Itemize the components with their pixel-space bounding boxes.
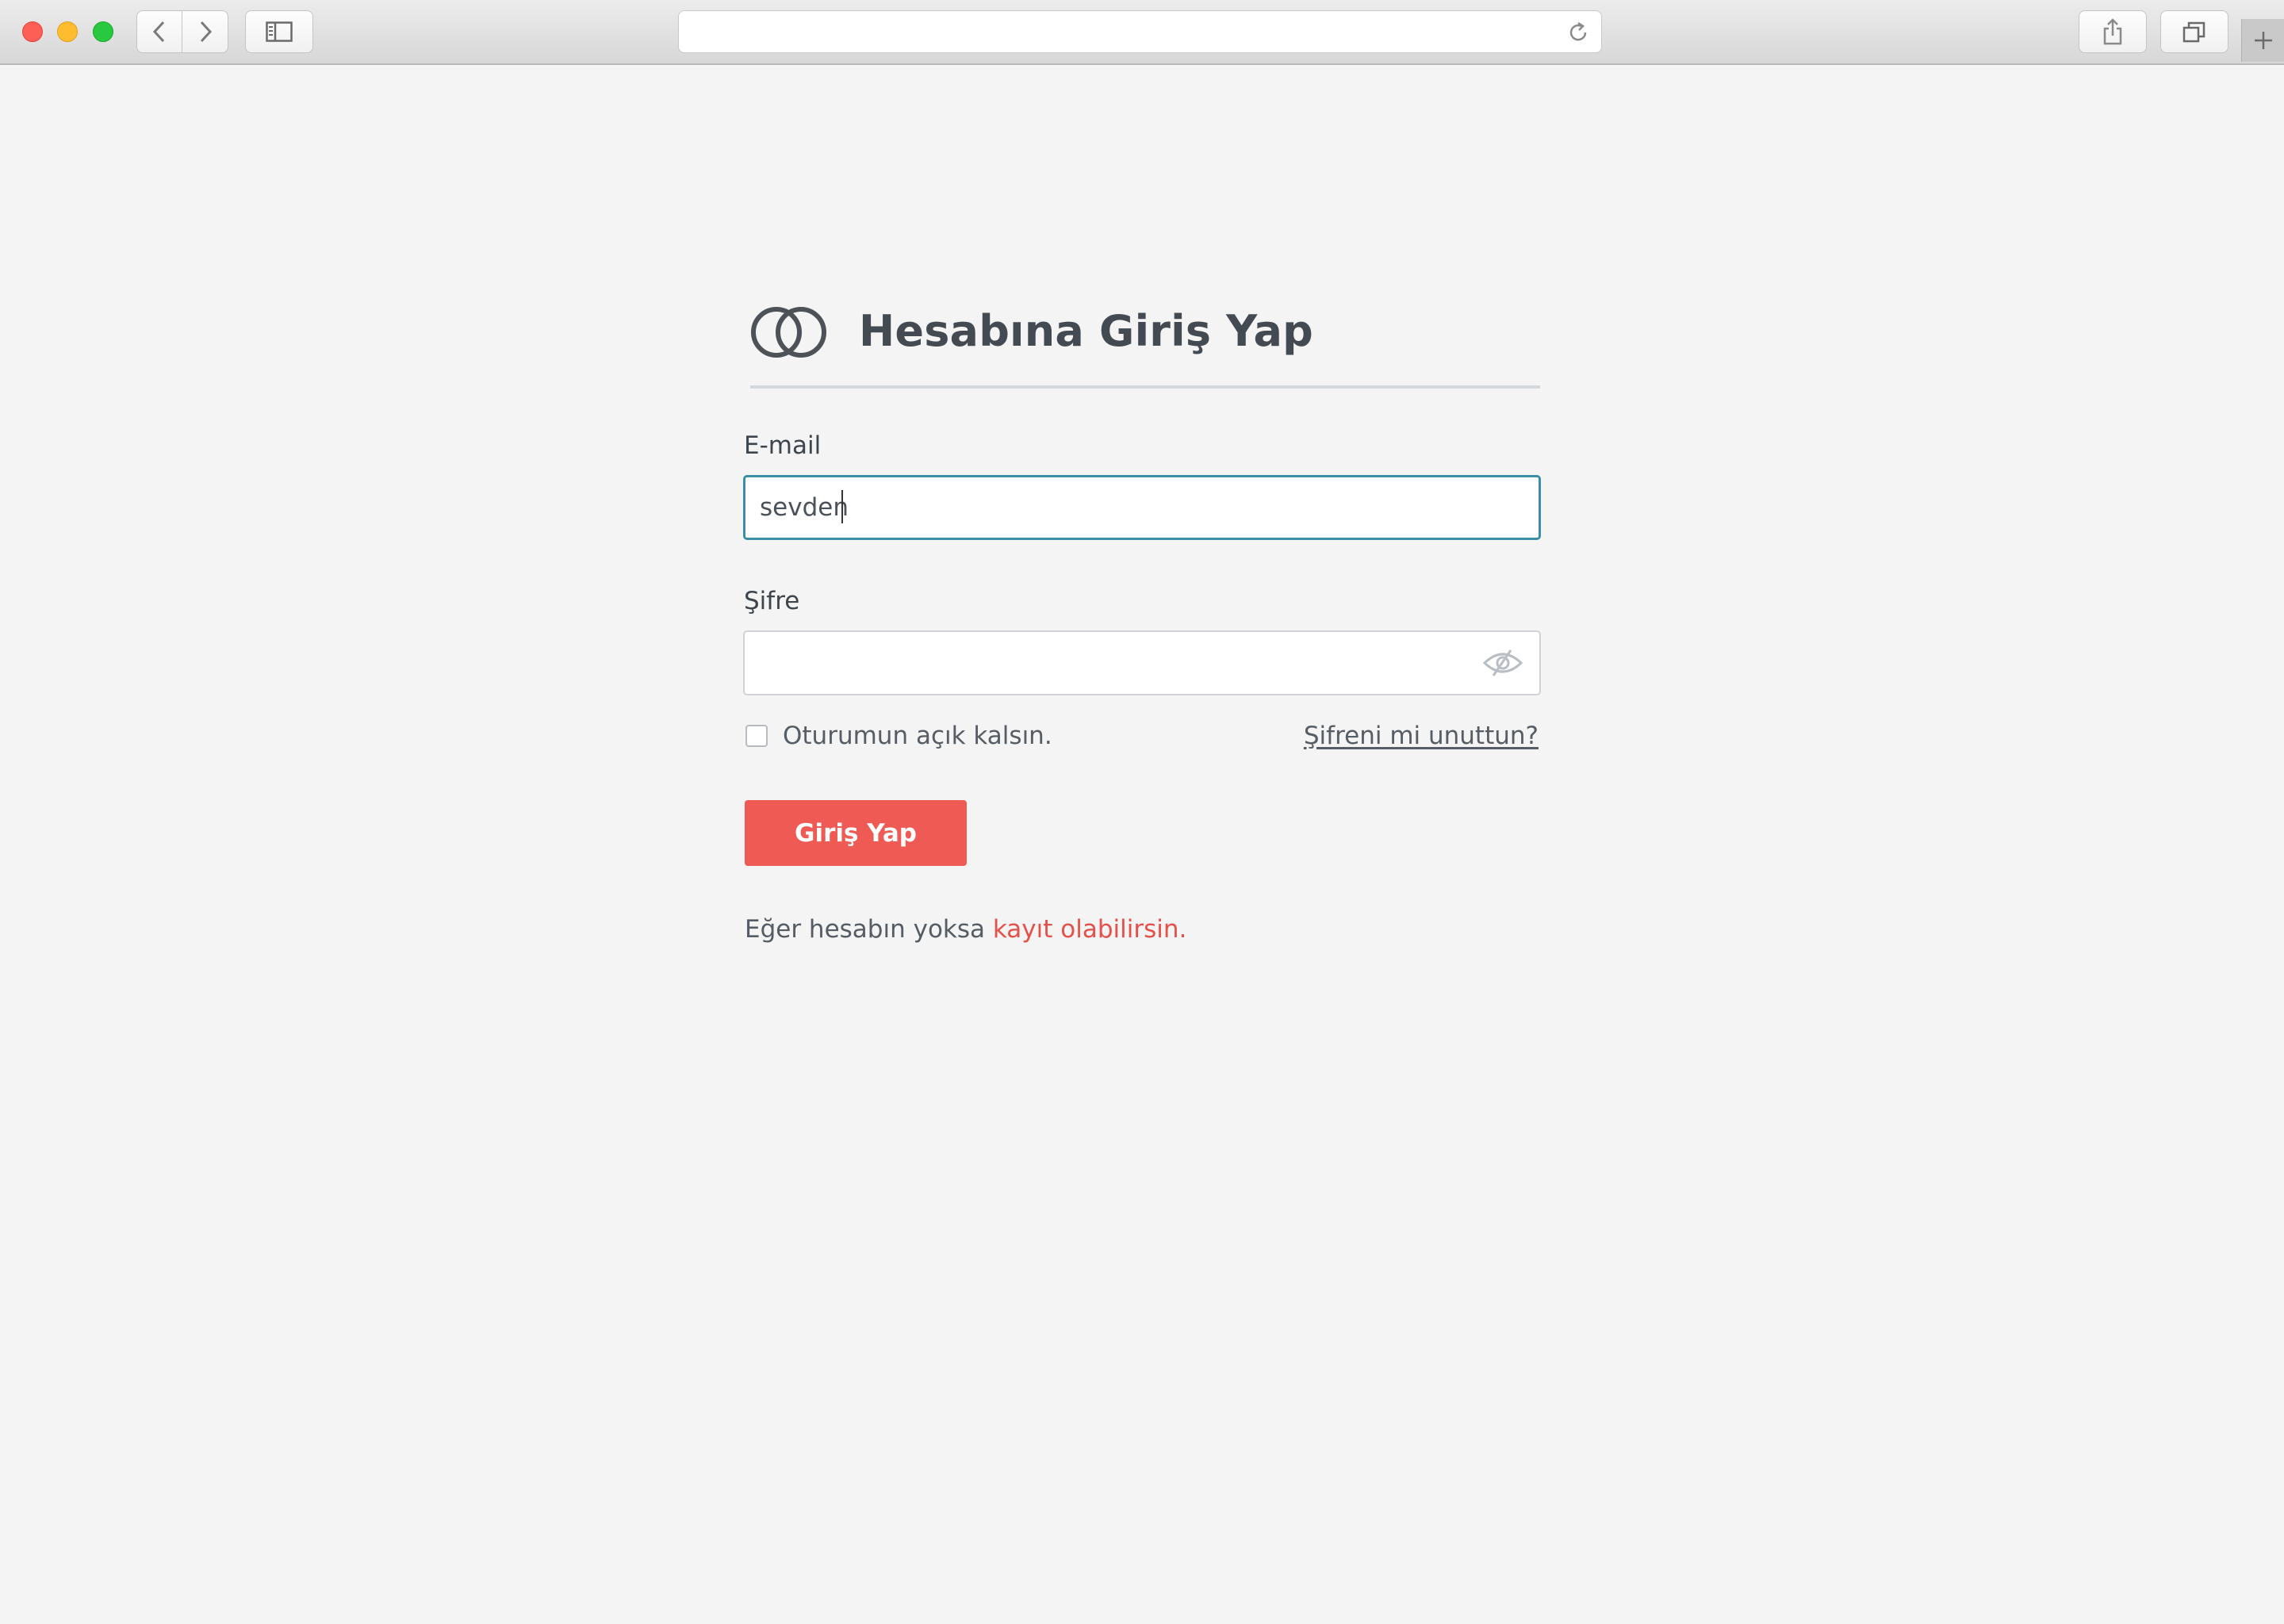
login-button[interactable]: Giriş Yap [745,800,967,866]
share-icon [2103,18,2122,45]
reload-icon[interactable] [1566,21,1590,44]
sidebar-icon [266,21,293,42]
password-field[interactable] [743,630,1541,695]
email-field[interactable] [743,475,1541,540]
sidebar-toggle-button[interactable] [245,10,313,53]
remember-me-label[interactable]: Oturumun açık kalsın. [783,722,1052,750]
password-label: Şifre [744,587,800,615]
login-header: Hesabına Giriş Yap [750,292,1540,389]
window-minimize-button[interactable] [57,21,78,42]
email-label: E-mail [744,431,822,460]
share-button[interactable] [2079,10,2147,53]
text-caret [841,490,843,523]
signup-prompt: Eğer hesabın yoksa kayıt olabilirsin. [745,915,1186,944]
browser-toolbar [0,0,2284,65]
plus-icon [2254,32,2272,49]
remember-me-checkbox[interactable] [745,725,768,747]
forgot-password-link[interactable]: Şifreni mi unuttun? [1304,722,1539,750]
interlocking-rings-icon [751,307,826,358]
forward-button[interactable] [182,10,228,53]
chevron-left-icon [152,21,165,43]
signup-text: Eğer hesabın yoksa [745,915,986,944]
tabs-overview-icon [2182,21,2205,43]
show-tabs-button[interactable] [2160,10,2228,53]
chevron-right-icon [200,21,212,43]
signup-link[interactable]: kayıt olabilirsin. [993,915,1186,944]
new-tab-button[interactable] [2241,19,2284,62]
window-close-button[interactable] [22,21,43,42]
address-bar[interactable] [678,10,1602,53]
eye-slash-icon[interactable] [1482,647,1523,679]
page-title: Hesabına Giriş Yap [859,306,1313,356]
back-button[interactable] [136,10,182,53]
window-maximize-button[interactable] [93,21,113,42]
